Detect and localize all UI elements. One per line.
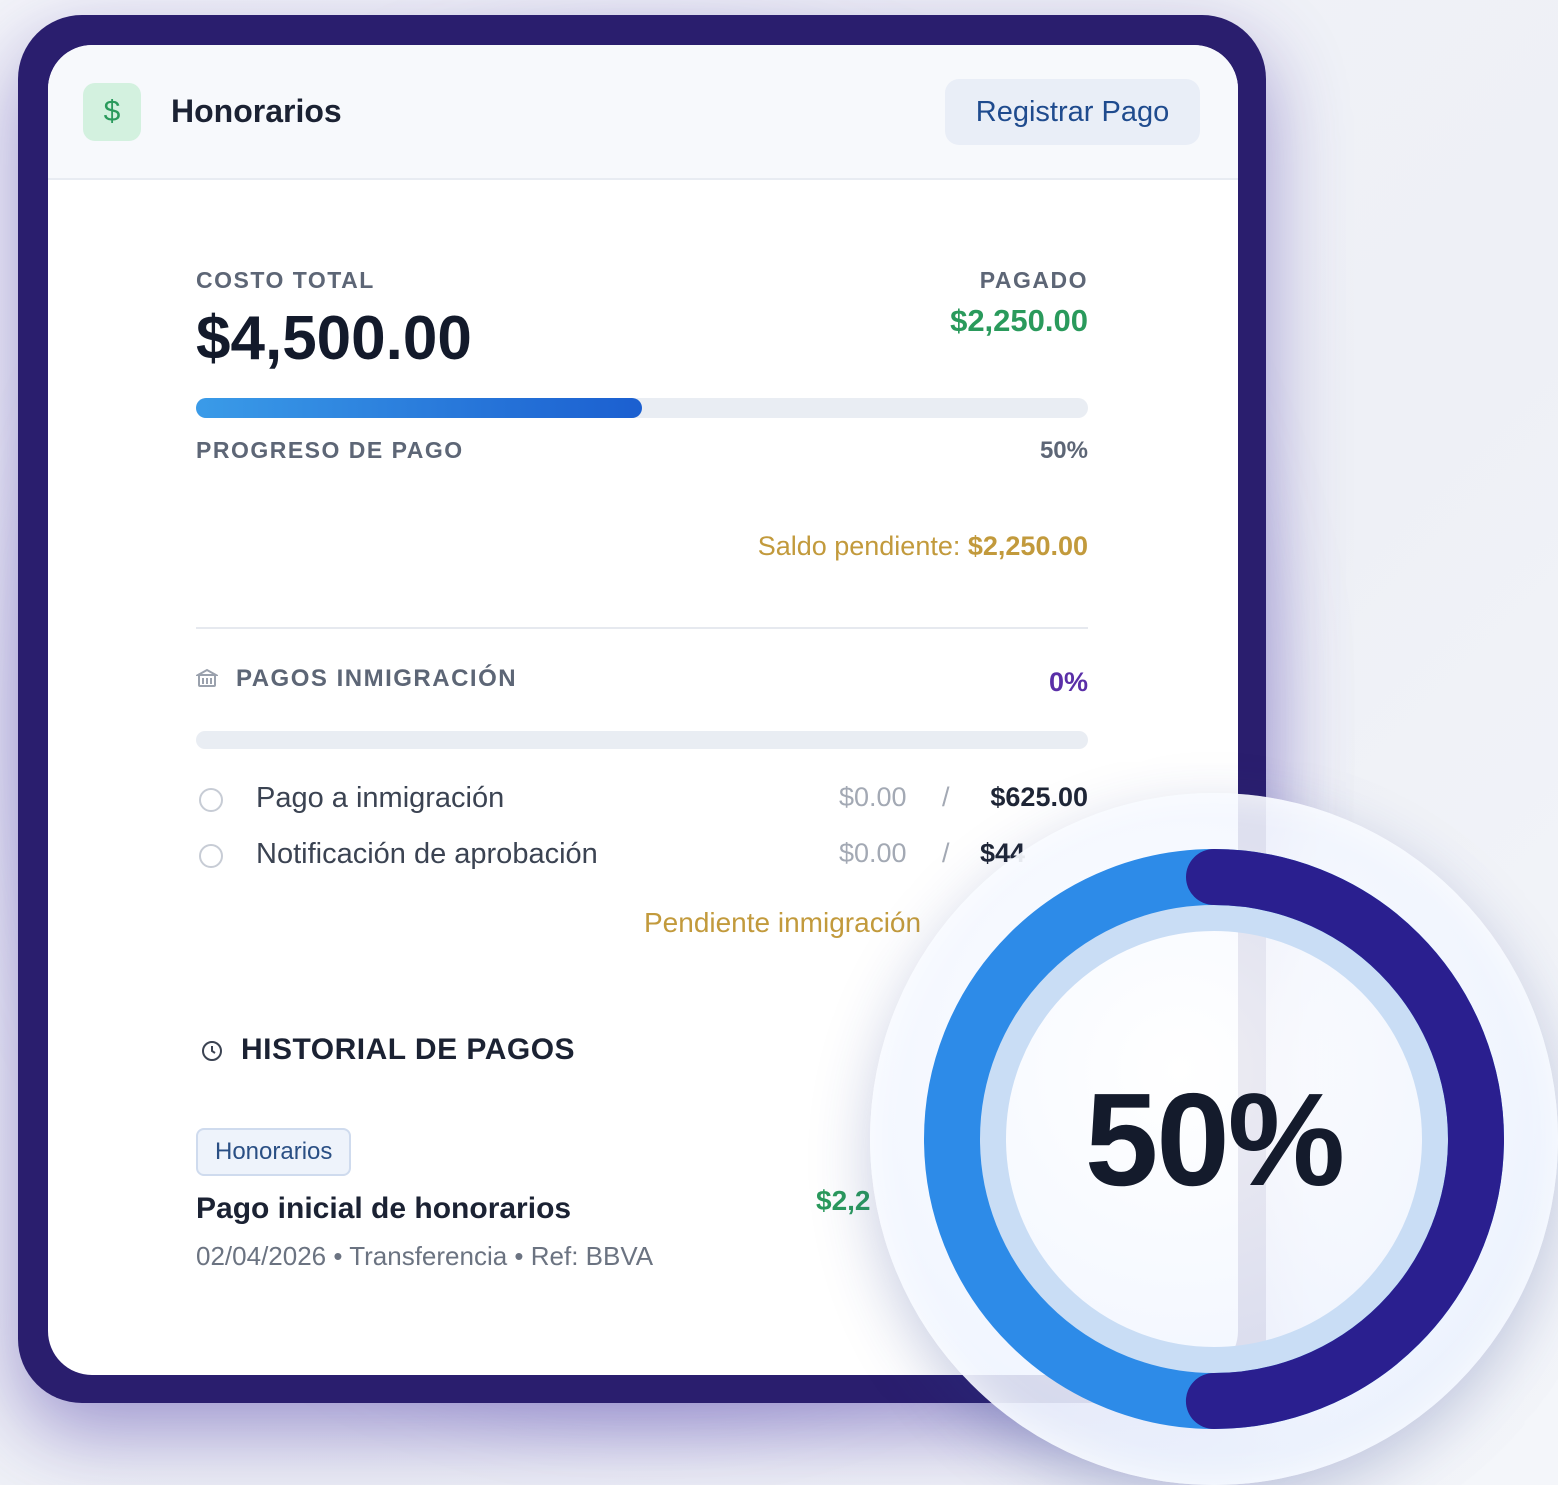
payment-meta: 02/04/2026 • Transferencia • Ref: BBVA	[196, 1241, 654, 1271]
item-label: Pago a inmigración	[256, 782, 505, 814]
history-icon	[200, 1039, 224, 1063]
total-cost-value: $4,500.00	[196, 304, 472, 373]
dollar-glyph: $	[103, 95, 121, 128]
payment-amount: $2,2	[816, 1185, 871, 1216]
payment-progress-percent: 50%	[1039, 437, 1088, 464]
total-cost-label: COSTO TOTAL	[196, 267, 375, 293]
pending-balance-value: $2,250.00	[967, 531, 1088, 561]
paid-label: PAGADO	[979, 267, 1088, 293]
item-label: Notificación de aprobación	[256, 838, 598, 870]
immigration-progress-bar	[196, 731, 1088, 749]
radio-button[interactable]	[199, 844, 223, 868]
card-title: Honorarios	[171, 93, 342, 129]
card-header: $ Honorarios Registrar Pago	[48, 45, 1238, 180]
paid-value: $2,250.00	[950, 303, 1088, 338]
dollar-icon: $	[83, 83, 141, 141]
payment-history-title: HISTORIAL DE PAGOS	[241, 1033, 576, 1066]
payment-progress-label: PROGRESO DE PAGO	[196, 437, 464, 463]
immigration-payments-label: PAGOS INMIGRACIÓN	[236, 665, 518, 692]
payment-title: Pago inicial de honorarios	[196, 1192, 572, 1225]
register-payment-button[interactable]: Registrar Pago	[945, 79, 1200, 145]
category-tag: Honorarios	[196, 1128, 352, 1176]
section-divider	[196, 627, 1088, 629]
progress-donut: 50%	[870, 793, 1558, 1485]
pending-balance: Saldo pendiente: $2,250.00	[758, 531, 1088, 562]
immigration-percent: 0%	[1048, 667, 1088, 697]
payment-progress-fill	[196, 398, 642, 418]
radio-button[interactable]	[199, 788, 223, 812]
bank-icon	[194, 667, 220, 689]
payment-progress-bar	[196, 398, 1088, 418]
pending-balance-label: Saldo pendiente:	[757, 531, 961, 561]
donut-percent-label: 50%	[1084, 1065, 1345, 1213]
